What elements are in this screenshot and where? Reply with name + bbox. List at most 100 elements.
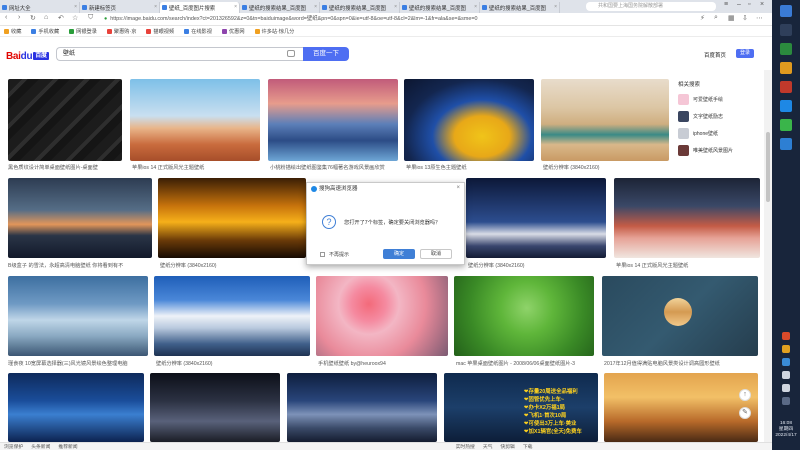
image-caption[interactable]: 瑾食夜 10宽屏幕选择器(三)风光镜风景绘色整理电脑 [8, 360, 150, 367]
image-caption[interactable]: 壁纸分辨率 (3840x2160) [160, 262, 306, 269]
close-icon[interactable]: × [474, 4, 477, 10]
wallpaper-image[interactable] [454, 276, 594, 356]
image-caption[interactable]: 苹果ios 14 正式版风光主题壁纸 [616, 262, 762, 269]
windows-start-icon[interactable] [780, 5, 792, 17]
app-icon[interactable] [780, 43, 792, 55]
wallpaper-image[interactable] [8, 373, 144, 442]
wallpaper-image[interactable] [8, 276, 148, 356]
close-icon[interactable]: × [234, 4, 237, 10]
wallpaper-image[interactable] [130, 79, 260, 161]
wechat-icon[interactable] [780, 119, 792, 131]
close-icon[interactable]: × [154, 4, 157, 10]
edit-icon[interactable]: ✎ [739, 407, 751, 419]
wallpaper-image[interactable] [614, 178, 760, 258]
system-clock[interactable]: 16:08 星期四 2022/4/17 [773, 421, 799, 439]
image-caption[interactable]: 壁纸分辨率 (3840x2160) [468, 262, 608, 269]
ime-icon[interactable] [782, 397, 790, 405]
dont-show-checkbox[interactable] [320, 252, 325, 257]
volume-icon[interactable] [782, 384, 790, 392]
refresh-icon[interactable]: ↻ [30, 14, 36, 22]
tab-3[interactable]: 壁纸的搜索结果_百度图 × [240, 2, 320, 13]
search-input[interactable]: 壁纸 [56, 47, 304, 61]
close-icon[interactable]: × [74, 4, 77, 10]
wallpaper-image[interactable] [150, 373, 280, 442]
tab-4[interactable]: 壁纸的搜索结果_百度图 × [320, 2, 400, 13]
wallpaper-image[interactable] [404, 79, 534, 161]
image-caption[interactable]: 黑色质纹设计简单桌面壁纸图片-桌面壁 [8, 164, 126, 171]
tray-icon[interactable] [782, 358, 790, 366]
status-item[interactable]: 头条新闻 [31, 443, 50, 450]
close-window-icon[interactable]: × [760, 1, 764, 8]
wallpaper-image[interactable] [541, 79, 669, 161]
search-icon[interactable]: ⌕ [714, 14, 718, 22]
browser-icon[interactable] [780, 100, 792, 112]
image-caption[interactable]: 小桃粉描绘出壁纸图鉴集76幅著名游戏风景画欣赏 [270, 164, 402, 171]
app-icon[interactable] [780, 81, 792, 93]
cancel-button[interactable]: 取消 [420, 249, 452, 259]
status-item[interactable]: 实时热搜 [456, 443, 475, 450]
wallpaper-image[interactable] [8, 79, 122, 161]
url-input[interactable]: ● https://image.baidu.com/search/index?ct… [104, 15, 584, 24]
image-caption[interactable]: 苹果ios 14 正式版风光主题壁纸 [132, 164, 262, 171]
app-icon[interactable] [780, 138, 792, 150]
minimize-icon[interactable]: – [737, 1, 741, 8]
undo-icon[interactable]: ↶ [58, 14, 64, 22]
image-caption[interactable]: B级盒子 的雪法，永超高清电脑壁纸 你将看到有不 [8, 262, 152, 269]
status-item[interactable]: 下载 [523, 443, 533, 450]
image-caption[interactable]: 苹果ios 13原生色主题壁纸 [406, 164, 536, 171]
back-to-top-icon[interactable]: ↑ [739, 389, 751, 401]
search-icon[interactable] [780, 24, 792, 36]
image-caption[interactable]: 手机壁纸壁纸 by@heuroox94 [318, 360, 450, 367]
bookmark-3[interactable]: 聚惠购·京 [106, 28, 136, 35]
bookmark-5[interactable]: 在线影视 [184, 28, 212, 35]
tray-icon[interactable] [782, 332, 790, 340]
image-caption[interactable]: 2017年12月值得满贴电脑风景类设计调高圆形壁纸 [604, 360, 760, 367]
wallpaper-image[interactable] [8, 178, 152, 258]
bookmark-1[interactable]: 手机收藏 [31, 28, 59, 35]
tab-5[interactable]: 壁纸的搜索结果_百度图 × [400, 2, 480, 13]
close-icon[interactable]: × [554, 4, 557, 10]
image-caption[interactable]: 壁纸分辨率 (3840x2160) [543, 164, 669, 171]
wallpaper-image[interactable] [604, 373, 758, 442]
search-button[interactable]: 百度一下 [303, 47, 349, 61]
forward-icon[interactable]: › [18, 14, 20, 21]
login-button[interactable]: 登录 [736, 49, 754, 58]
baidu-logo[interactable]: Baidu 百度 [6, 50, 49, 62]
wallpaper-image[interactable] [158, 178, 306, 258]
status-item[interactable]: 推荐新闻 [58, 443, 77, 450]
bookmark-6[interactable]: 优惠网 [221, 28, 245, 35]
status-item[interactable]: 快剪辑 [500, 443, 514, 450]
back-icon[interactable]: ‹ [5, 14, 7, 21]
baidu-home-link[interactable]: 百度首页 [704, 51, 726, 59]
ok-button[interactable]: 确定 [383, 249, 415, 259]
lightning-icon[interactable]: ⚡ [700, 14, 705, 22]
tray-icon[interactable] [782, 345, 790, 353]
bookmark-2[interactable]: 网银登录 [69, 28, 97, 35]
more-icon[interactable]: ⋯ [756, 14, 763, 22]
wallpaper-image[interactable] [466, 178, 606, 258]
wallpaper-image[interactable] [316, 276, 448, 356]
tab-2[interactable]: 壁纸_百度图片搜索 × [160, 2, 240, 13]
image-caption[interactable]: mac 苹果桌面壁纸图片 - 2008/06/06桌面壁纸图片-3 [456, 360, 596, 367]
status-item[interactable]: 天气 [483, 443, 493, 450]
network-icon[interactable] [782, 371, 790, 379]
related-item[interactable]: 可爱壁纸手绘 [678, 92, 768, 106]
folder-icon[interactable] [780, 62, 792, 74]
wallpaper-image[interactable] [602, 276, 758, 356]
download-icon[interactable]: ⇩ [742, 14, 748, 22]
related-item[interactable]: iphone壁纸 [678, 126, 768, 140]
scrollbar-thumb[interactable] [766, 132, 770, 202]
related-item[interactable]: 唯美壁纸风景图片 [678, 143, 768, 157]
status-item[interactable]: 浏览保护 [4, 443, 23, 450]
tab-6[interactable]: 壁纸的搜索结果_百度图 × [480, 2, 560, 13]
page-scrollbar[interactable] [764, 70, 772, 442]
close-icon[interactable]: × [394, 4, 397, 10]
bookmark-4[interactable]: 猫眼视频 [146, 28, 174, 35]
wallpaper-image[interactable] [287, 373, 437, 442]
bookmark-0[interactable]: 收藏 [4, 28, 21, 35]
wallpaper-image[interactable] [154, 276, 310, 356]
tab-0[interactable]: 网址大全 × [0, 2, 80, 13]
close-icon[interactable]: × [456, 185, 460, 191]
wallpaper-image[interactable] [268, 79, 398, 161]
camera-icon[interactable] [287, 50, 295, 57]
